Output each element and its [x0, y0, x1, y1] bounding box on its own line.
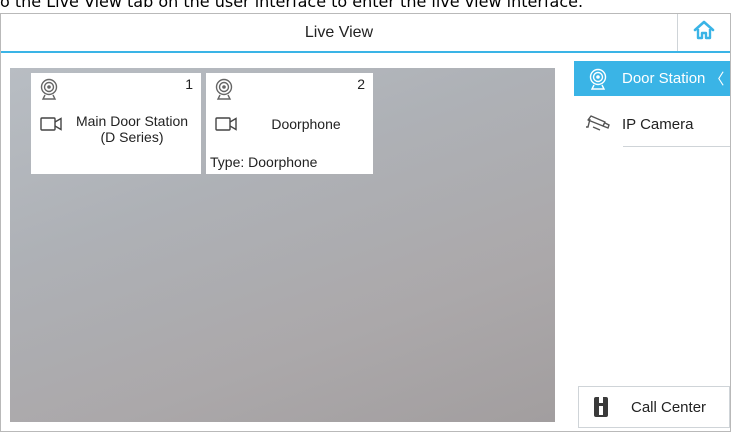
camera-icon: [39, 78, 59, 105]
device-name: Main Door Station (D Series): [75, 113, 189, 145]
video-icon: [215, 117, 237, 136]
sidebar-item-label: IP Camera: [622, 116, 694, 133]
sidebar-item-label: Door Station: [622, 70, 706, 87]
call-center-label: Call Center: [631, 398, 707, 416]
sidebar-divider: [623, 146, 730, 147]
call-center-icon: [579, 396, 623, 418]
home-button[interactable]: [677, 14, 730, 51]
device-card-2[interactable]: 2 Doorphone Type: Doorphone: [206, 73, 373, 174]
device-number: 1: [185, 76, 193, 92]
header-bar: Live View: [1, 14, 730, 53]
instruction-caption: o the Live View tab on the user interfac…: [0, 0, 584, 11]
call-center-button[interactable]: Call Center: [578, 386, 730, 428]
sidebar-item-door-station[interactable]: Door Station 〈: [574, 61, 730, 96]
device-number: 2: [357, 76, 365, 92]
door-station-icon: [574, 68, 622, 90]
video-icon: [40, 117, 62, 136]
device-name: Doorphone: [271, 116, 341, 132]
camera-icon: [214, 78, 234, 105]
page-title: Live View: [304, 24, 374, 41]
device-type: Type: Doorphone: [210, 154, 318, 170]
live-view-area: 1 Main Door Station (D Series) 2 Doorpho…: [10, 68, 555, 422]
live-view-screen: Live View 1 Main Door Station (D Series)…: [0, 13, 731, 432]
home-icon: [693, 20, 715, 45]
ip-camera-icon: [574, 114, 622, 135]
sidebar-item-ip-camera[interactable]: IP Camera: [574, 107, 730, 142]
device-card-1[interactable]: 1 Main Door Station (D Series): [31, 73, 201, 174]
sidebar: Door Station 〈 IP Camera Call Center: [574, 55, 730, 431]
chevron-left-icon: 〈: [709, 71, 725, 88]
